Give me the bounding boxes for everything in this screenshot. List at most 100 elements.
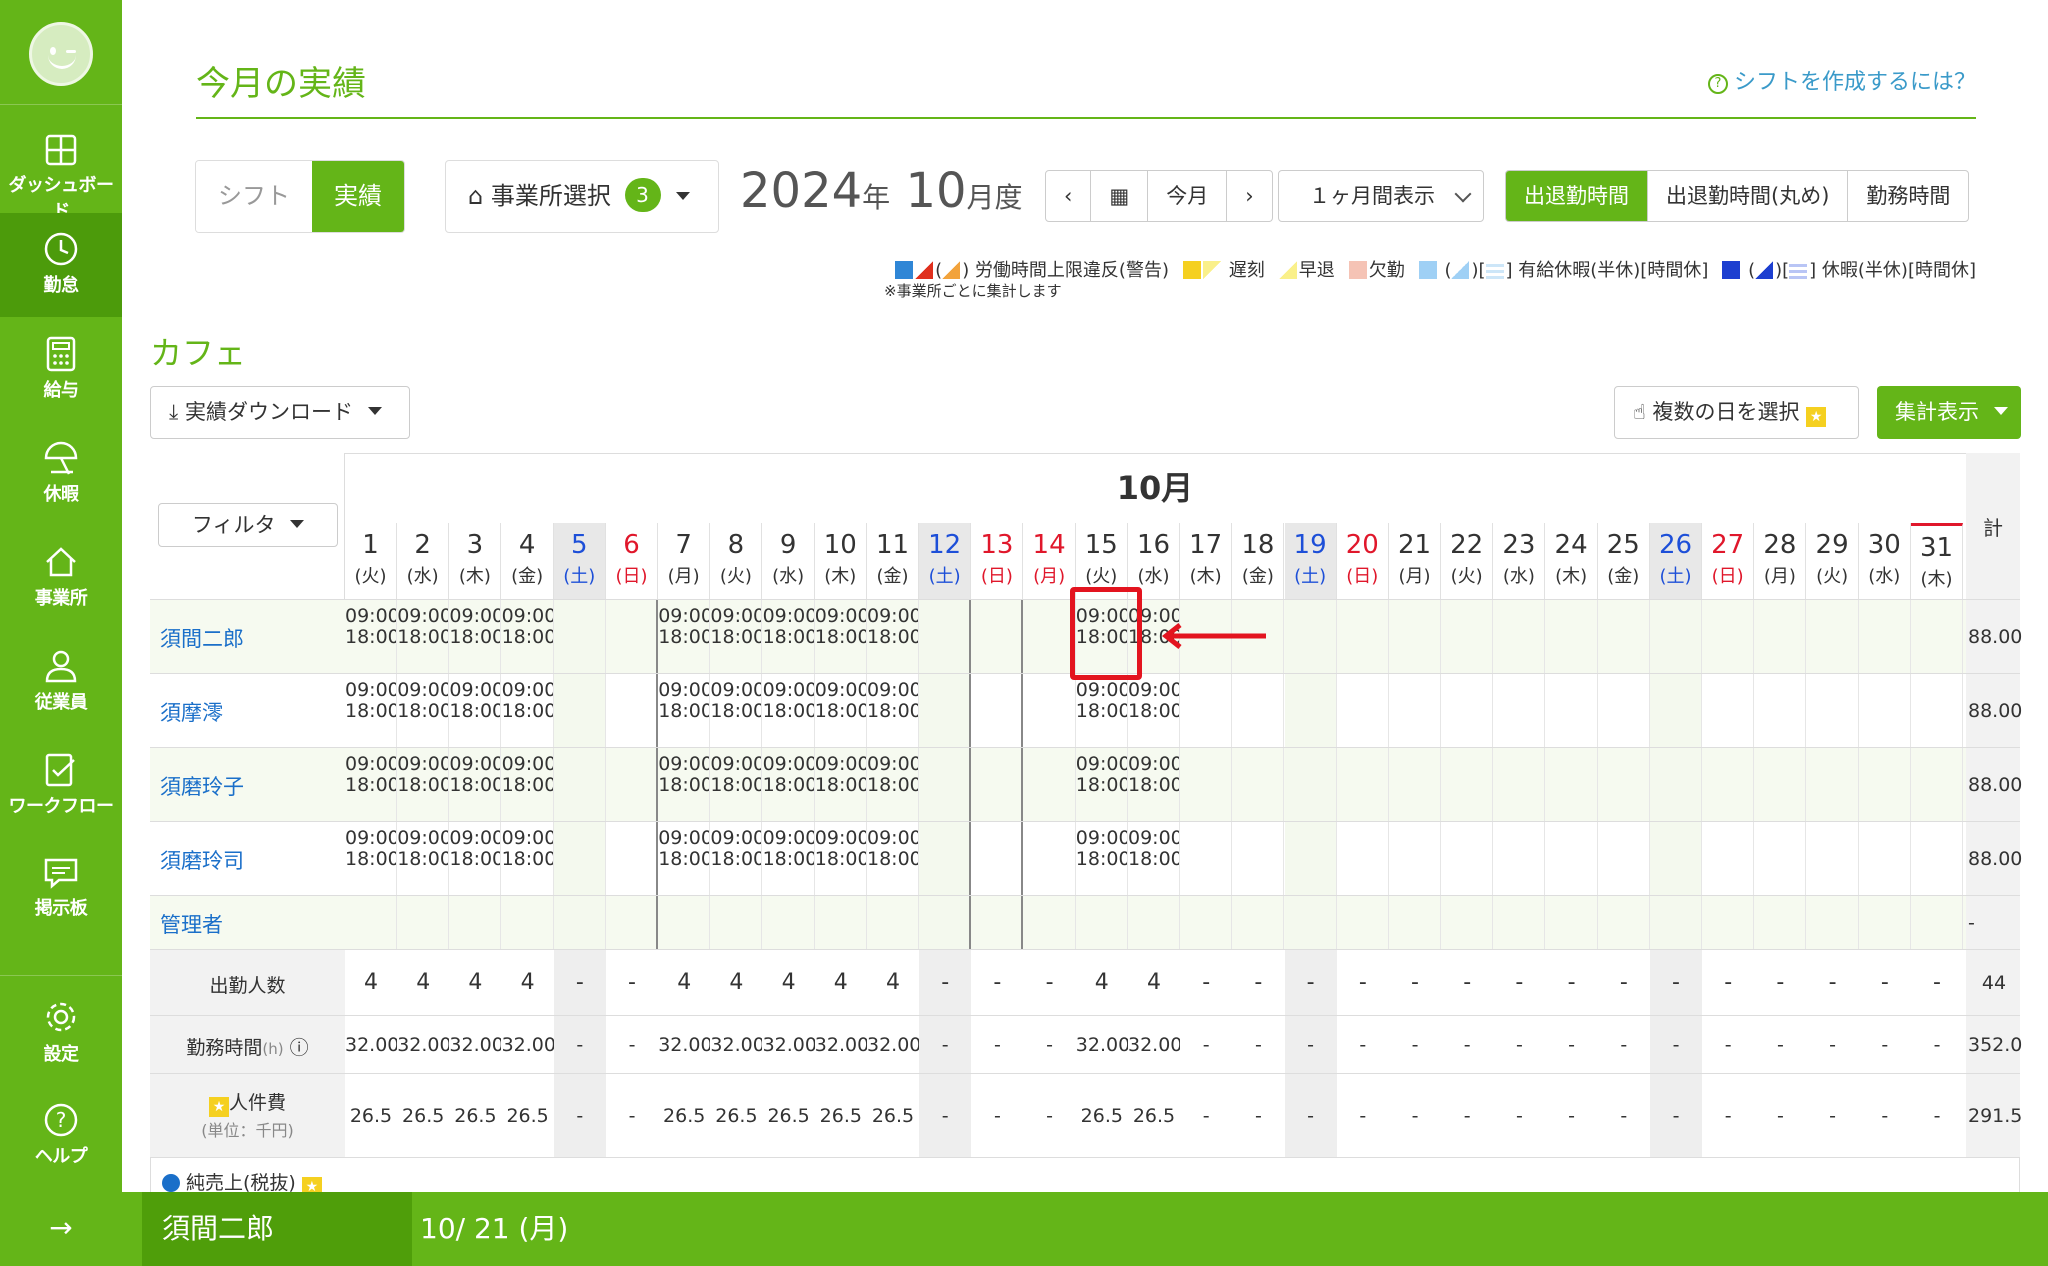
shift-cell[interactable]: 09:00 18:00	[867, 822, 919, 896]
shift-cell[interactable]	[919, 822, 972, 896]
day-header-18[interactable]: 18 (金)	[1232, 523, 1285, 599]
shift-cell[interactable]: 09:00 18:00	[815, 748, 867, 822]
shift-cell[interactable]	[1859, 822, 1911, 896]
day-header-22[interactable]: 22 (火)	[1441, 523, 1494, 599]
shift-cell[interactable]: 09:00 18:00	[1128, 748, 1180, 822]
shift-cell[interactable]	[1598, 822, 1650, 896]
day-header-2[interactable]: 2 (水)	[397, 523, 450, 599]
shift-cell[interactable]	[867, 896, 919, 950]
shift-cell[interactable]	[1493, 896, 1546, 950]
day-header-1[interactable]: 1 (火)	[345, 523, 397, 599]
shift-cell[interactable]: 09:00 18:00	[867, 748, 919, 822]
shift-cell[interactable]	[345, 896, 397, 950]
shift-cell[interactable]: 09:00 18:00	[710, 748, 763, 822]
shift-cell[interactable]: 09:00 18:00	[397, 674, 450, 748]
shift-cell[interactable]	[919, 600, 972, 674]
day-header-10[interactable]: 10 (木)	[815, 523, 867, 599]
shift-cell[interactable]	[553, 600, 606, 674]
shift-cell[interactable]	[1702, 748, 1755, 822]
mode-work-hours-button[interactable]: 勤務時間	[1847, 171, 1968, 221]
shift-cell[interactable]	[1546, 896, 1598, 950]
day-header-7[interactable]: 7 (月)	[658, 523, 711, 599]
day-header-17[interactable]: 17 (木)	[1180, 523, 1233, 599]
shift-cell[interactable]: 09:00 18:00	[345, 822, 397, 896]
shift-cell[interactable]	[1232, 896, 1285, 950]
shift-cell[interactable]	[1389, 674, 1441, 748]
employee-name-link[interactable]: 須磨玲司	[160, 845, 244, 875]
shift-cell[interactable]	[919, 748, 972, 822]
shift-cell[interactable]: 09:00 18:00	[710, 822, 763, 896]
sidebar-item-employees[interactable]: 従業員	[0, 630, 122, 734]
next-month-button[interactable]: ›	[1226, 171, 1271, 221]
shift-cell[interactable]: 09:00 18:00	[763, 600, 815, 674]
shift-cell[interactable]	[1389, 896, 1441, 950]
employee-name-link[interactable]: 須磨玲子	[160, 771, 244, 801]
sidebar-item-payroll[interactable]: 給与	[0, 318, 122, 422]
shift-cell[interactable]	[606, 896, 658, 950]
shift-cell[interactable]	[1598, 600, 1650, 674]
shift-cell[interactable]: 09:00 18:00	[658, 674, 711, 748]
shift-cell[interactable]: 09:00 18:00	[449, 822, 502, 896]
shift-cell[interactable]	[1754, 600, 1807, 674]
shift-cell[interactable]	[502, 896, 554, 950]
shift-cell[interactable]	[1807, 896, 1859, 950]
shift-cell[interactable]	[1702, 674, 1755, 748]
download-button[interactable]: ⤓ 実績ダウンロード	[150, 386, 410, 439]
shift-cell[interactable]: 09:00 18:00	[1076, 748, 1128, 822]
shift-cell[interactable]: 09:00 18:00	[763, 748, 815, 822]
shift-cell[interactable]	[1284, 822, 1337, 896]
day-header-23[interactable]: 23 (水)	[1493, 523, 1546, 599]
day-header-21[interactable]: 21 (月)	[1389, 523, 1441, 599]
shift-cell[interactable]: 09:00 18:00	[397, 822, 450, 896]
day-header-29[interactable]: 29 (火)	[1807, 523, 1859, 599]
shift-cell[interactable]	[1284, 674, 1337, 748]
shift-cell[interactable]	[1076, 896, 1128, 950]
sidebar-item-dashboard[interactable]: ダッシュボード	[0, 115, 122, 222]
shift-cell[interactable]: 09:00 18:00	[449, 674, 502, 748]
day-header-26[interactable]: 26 (土)	[1650, 523, 1702, 599]
shift-cell[interactable]	[1650, 600, 1702, 674]
footer-employee-name[interactable]: 須間二郎	[142, 1192, 412, 1266]
shift-cell[interactable]	[1024, 748, 1076, 822]
shift-cell[interactable]	[971, 600, 1024, 674]
shift-cell[interactable]	[971, 748, 1024, 822]
shift-cell[interactable]	[1284, 748, 1337, 822]
shift-cell[interactable]: 09:00 18:00	[502, 674, 554, 748]
shift-cell[interactable]: 09:00 18:00	[502, 748, 554, 822]
sales-toggle-icon[interactable]	[162, 1174, 180, 1192]
sidebar-item-attendance[interactable]: 勤怠	[0, 213, 122, 317]
actual-toggle-button[interactable]: 実績	[312, 161, 404, 232]
shift-cell[interactable]: 09:00 18:00	[867, 674, 919, 748]
shift-cell[interactable]	[1389, 822, 1441, 896]
shift-cell[interactable]	[1337, 600, 1389, 674]
shift-cell[interactable]	[1232, 674, 1285, 748]
shift-cell[interactable]	[1180, 896, 1233, 950]
multi-day-select-button[interactable]: ☝ 複数の日を選択 ★	[1614, 386, 1859, 439]
shift-cell[interactable]	[1493, 822, 1546, 896]
sidebar-item-help[interactable]: ? ヘルプ	[0, 1084, 122, 1188]
range-select[interactable]: １ヶ月間表示	[1278, 170, 1484, 222]
shift-cell[interactable]	[1441, 600, 1494, 674]
shift-cell[interactable]	[1546, 600, 1598, 674]
shift-cell[interactable]	[1911, 748, 1963, 822]
shift-cell[interactable]	[553, 896, 606, 950]
shift-cell[interactable]	[1807, 822, 1859, 896]
mode-rounded-times-button[interactable]: 出退勤時間(丸め)	[1647, 171, 1847, 221]
shift-cell[interactable]: 09:00 18:00	[658, 822, 711, 896]
shift-cell[interactable]	[606, 600, 658, 674]
employee-name-link[interactable]: 管理者	[160, 909, 223, 939]
shift-cell[interactable]	[919, 674, 972, 748]
shift-cell[interactable]	[1859, 600, 1911, 674]
day-header-6[interactable]: 6 (日)	[606, 523, 658, 599]
shift-cell[interactable]	[1807, 748, 1859, 822]
shift-cell[interactable]	[971, 896, 1024, 950]
shift-cell[interactable]: 09:00 18:00	[815, 822, 867, 896]
shift-cell[interactable]	[971, 822, 1024, 896]
this-month-button[interactable]: 今月	[1147, 171, 1226, 221]
prev-month-button[interactable]: ‹	[1046, 171, 1090, 221]
shift-cell[interactable]: 09:00 18:00	[397, 748, 450, 822]
shift-cell[interactable]: 09:00 18:00	[815, 600, 867, 674]
shift-cell[interactable]	[1650, 896, 1702, 950]
shift-cell[interactable]: 09:00 18:00	[658, 600, 711, 674]
day-header-28[interactable]: 28 (月)	[1754, 523, 1807, 599]
